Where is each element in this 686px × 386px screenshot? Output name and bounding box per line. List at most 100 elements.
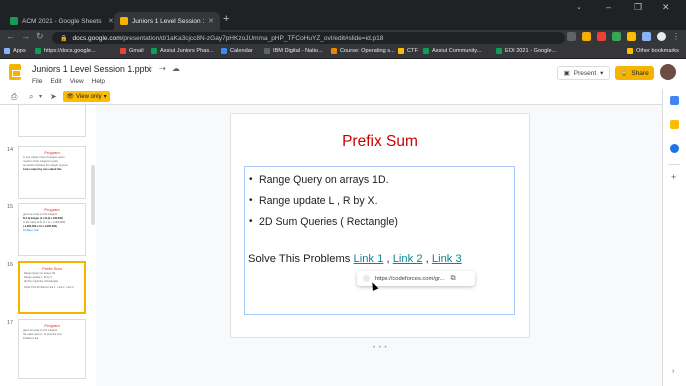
slide-thumbnail[interactable]: Program given an array a of N integers t…	[18, 319, 86, 379]
bookmark-docs[interactable]: https://docs.google...	[35, 48, 96, 54]
bookmark-label: Gmail	[129, 48, 144, 54]
bullet-item: • Range update L , R by X.	[249, 190, 398, 211]
bookmark-assiut-juniors[interactable]: Assiut Juniors Phas...	[151, 48, 214, 54]
share-page-icon[interactable]	[567, 32, 576, 41]
thumb-line: 2D Sum Queries ( Rectangle)	[24, 280, 59, 283]
gmail-icon	[120, 48, 126, 54]
keep-icon[interactable]	[670, 120, 679, 129]
chevron-down-icon[interactable]: ▾	[39, 93, 42, 100]
slide-thumbnail[interactable]	[18, 105, 86, 137]
slide-number: 16	[7, 262, 14, 268]
bookmark-apps[interactable]: Apps	[4, 48, 26, 54]
ibm-icon	[264, 48, 270, 54]
view-only-label: View only	[76, 93, 102, 100]
bookmark-course[interactable]: Course: Operating s...	[331, 48, 395, 54]
url-input[interactable]: 🔒 docs.google.com /presentation/d/1aKa3c…	[52, 32, 565, 44]
minimize-button[interactable]: –	[606, 2, 611, 12]
slide-thumbnail-selected[interactable]: Prefix Sum Range Query on arrays 1D. Ran…	[18, 261, 86, 314]
thumb-title: Program	[44, 323, 60, 328]
bullet-dot-icon: •	[249, 195, 253, 206]
document-title[interactable]: Juniors 1 Level Session 1.pptx	[32, 64, 151, 74]
extension-icon[interactable]	[642, 32, 651, 41]
tab-search-button[interactable]: ⌄	[576, 3, 582, 11]
bullet-dot-icon: •	[249, 174, 253, 185]
restore-button[interactable]: ❐	[634, 2, 642, 13]
extension-icon[interactable]	[627, 32, 636, 41]
menu-view[interactable]: View	[70, 78, 84, 85]
extension-icon[interactable]	[597, 32, 606, 41]
menu-edit[interactable]: Edit	[50, 78, 61, 85]
view-only-button[interactable]: 👁 View only ▾	[63, 91, 110, 102]
chevron-down-icon: ▾	[103, 94, 107, 100]
share-label: Share	[631, 69, 649, 77]
speaker-notes-grip[interactable]: • • •	[373, 345, 388, 351]
bookmark-ibm[interactable]: IBM Digital - Natio...	[264, 48, 323, 54]
menu-help[interactable]: Help	[92, 78, 105, 85]
profile-avatar[interactable]	[657, 32, 666, 41]
calendar-icon[interactable]	[670, 96, 679, 105]
new-tab-button[interactable]: +	[223, 13, 229, 25]
slides-logo-icon[interactable]	[9, 64, 21, 80]
bookmark-assiut-community[interactable]: Assiut Community...	[423, 48, 481, 54]
zoom-icon[interactable]: ⌕	[29, 92, 33, 102]
reload-icon[interactable]: ↻	[36, 31, 44, 42]
add-on-plus-icon[interactable]: +	[671, 172, 676, 182]
move-folder-icon[interactable]: ⇢	[159, 64, 166, 73]
back-arrow-icon[interactable]: ←	[6, 31, 15, 41]
apps-grid-icon	[4, 48, 10, 54]
folder-icon	[398, 48, 404, 54]
bookmark-eoi[interactable]: EOI 2021 - Google...	[496, 48, 556, 54]
link-preview-url[interactable]: https://codeforces.com/gr...	[375, 276, 445, 282]
close-icon[interactable]: ✕	[108, 17, 114, 25]
share-button[interactable]: 🔒 Share	[615, 66, 654, 80]
address-bar-row: ← → ↻ 🔒 docs.google.com /presentation/d/…	[0, 30, 686, 46]
bullet-text: 2D Sum Queries ( Rectangle)	[259, 215, 398, 228]
window-close-button[interactable]: ✕	[662, 2, 670, 13]
star-icon[interactable]: ☆	[146, 64, 153, 73]
bullet-text: Range Query on arrays 1D.	[259, 173, 389, 186]
slide-number: 14	[7, 147, 14, 153]
menu-file[interactable]: File	[32, 78, 42, 85]
bookmark-label: CTF	[407, 48, 418, 54]
tasks-icon[interactable]	[670, 144, 679, 153]
select-cursor-icon[interactable]: ➤	[50, 92, 57, 101]
bookmark-gmail[interactable]: Gmail	[120, 48, 144, 54]
link-3[interactable]: Link 3	[432, 253, 462, 265]
tab-juniors-slides[interactable]: Juniors 1 Level Session 1.pptx - G ✕	[114, 12, 220, 30]
bookmark-ctf[interactable]: CTF	[398, 48, 418, 54]
eye-icon: 👁	[66, 94, 75, 100]
link-2[interactable]: Link 2	[393, 253, 423, 265]
slide-filmstrip: 14 Program In one variety rows of intege…	[0, 105, 96, 386]
course-icon	[331, 48, 337, 54]
browser-menu-icon[interactable]: ⋮	[672, 32, 680, 41]
bookmark-other[interactable]: Other bookmarks	[627, 48, 679, 54]
chevron-right-icon[interactable]: ›	[672, 368, 674, 375]
slide-thumbnail[interactable]: Program In one variety rows of integers …	[18, 146, 86, 199]
bookmark-label: EOI 2021 - Google...	[505, 48, 557, 54]
extension-icon[interactable]	[612, 32, 621, 41]
cloud-status-icon: ☁	[171, 64, 180, 73]
slide-thumbnail[interactable]: Program given an array a of N integers N…	[18, 203, 86, 256]
link-separator: ,	[422, 253, 432, 265]
thumb-line: In one variety rows of integers given	[23, 156, 65, 159]
filmstrip-scrollbar[interactable]	[91, 165, 95, 225]
solve-prefix: Solve This Problems	[248, 253, 354, 265]
bookmark-star-icon[interactable]	[582, 32, 591, 41]
copy-icon[interactable]: ⧉	[451, 275, 456, 283]
browser-tab-strip: ACM 2021 - Google Sheets ✕ Juniors 1 Lev…	[0, 0, 686, 30]
print-icon[interactable]: ⎙	[11, 92, 17, 102]
thumb-line: Li the value of Ai (1 ≤ Li ≤ 1,000,000)	[23, 221, 66, 224]
slide-number: 15	[7, 204, 14, 210]
url-host: docs.google.com	[72, 34, 122, 42]
account-avatar[interactable]	[660, 64, 676, 80]
slide-title: Prefix Sum	[342, 133, 418, 150]
bookmark-calendar[interactable]: Calendar	[221, 48, 253, 54]
link-1[interactable]: Link 1	[354, 253, 384, 265]
url-path: /presentation/d/1aKa3cjcc8N-zGay7pHKzoJU…	[121, 34, 384, 42]
sheets-icon	[35, 48, 41, 54]
forward-arrow-icon[interactable]: →	[21, 31, 30, 41]
thumb-line: N A Q Integer (1 ≤ N,Q ≤ 100,000)	[23, 217, 63, 220]
tab-acm-sheets[interactable]: ACM 2021 - Google Sheets ✕	[4, 12, 120, 30]
present-button[interactable]: ▣ Present ▾	[557, 66, 610, 80]
close-icon[interactable]: ✕	[208, 17, 214, 25]
